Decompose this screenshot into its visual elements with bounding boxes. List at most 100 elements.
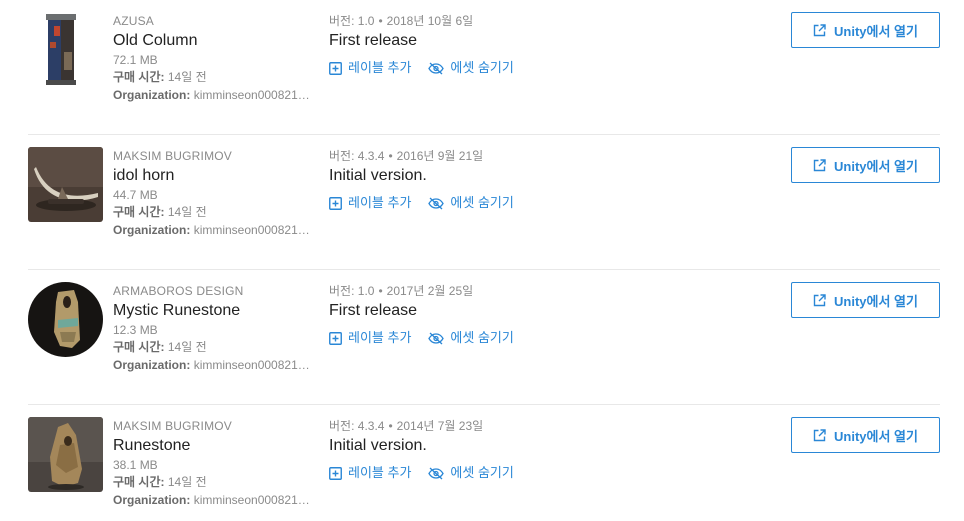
asset-thumbnail[interactable]: [28, 12, 103, 87]
release-notes: First release: [329, 302, 418, 319]
open-in-unity-button[interactable]: Unity에서 열기: [791, 282, 940, 318]
version-label: 버전:: [329, 419, 355, 433]
asset-row: MAKSIM BUGRIMOV idol horn 44.7 MB 구매 시간:…: [28, 135, 940, 270]
hide-asset-button[interactable]: 에셋 숨기기: [428, 330, 514, 346]
version-label: 버전:: [329, 149, 355, 163]
add-label-button[interactable]: 레이블 추가: [329, 465, 411, 481]
hide-asset-text: 에셋 숨기기: [450, 330, 514, 345]
asset-title[interactable]: Old Column: [113, 31, 323, 51]
add-label-button[interactable]: 레이블 추가: [329, 330, 411, 346]
horn-thumbnail-icon: [28, 147, 103, 222]
purchased-label: 구매 시간:: [113, 340, 165, 354]
org-value: kimminseon000821…: [193, 493, 310, 507]
hide-asset-text: 에셋 숨기기: [450, 60, 514, 75]
asset-list: AZUSA Old Column 72.1 MB 구매 시간: 14일 전 Or…: [0, 0, 964, 521]
org-label: Organization:: [113, 88, 191, 102]
version-info: 버전: 4.3.4 • 2016년 9월 21일: [329, 148, 689, 164]
separator-dot: •: [388, 149, 393, 163]
version-label: 버전:: [329, 14, 355, 28]
publisher-name[interactable]: MAKSIM BUGRIMOV: [113, 148, 323, 164]
add-label-text: 레이블 추가: [348, 60, 412, 75]
organization: Organization: kimminseon000821…: [113, 492, 323, 509]
asset-row: ARMABOROS DESIGN Mystic Runestone 12.3 M…: [28, 270, 940, 405]
release-notes: Initial version.: [329, 437, 427, 454]
asset-thumbnail[interactable]: [28, 147, 103, 222]
open-in-unity-label: Unity에서 열기: [834, 293, 918, 309]
asset-thumbnail[interactable]: [28, 417, 103, 492]
open-in-unity-label: Unity에서 열기: [834, 23, 918, 39]
separator-dot: •: [388, 419, 393, 433]
open-in-unity-button[interactable]: Unity에서 열기: [791, 12, 940, 48]
version-value: 4.3.4: [357, 149, 385, 163]
purchase-time: 구매 시간: 14일 전: [113, 69, 323, 86]
eye-slash-icon: [428, 467, 445, 479]
purchased-value: 14일 전: [167, 340, 207, 354]
organization: Organization: kimminseon000821…: [113, 357, 323, 374]
hide-asset-text: 에셋 숨기기: [450, 465, 514, 480]
publisher-name[interactable]: ARMABOROS DESIGN: [113, 283, 323, 299]
version-info: 버전: 4.3.4 • 2014년 7월 23일: [329, 418, 689, 434]
version-value: 1.0: [357, 284, 375, 298]
org-value: kimminseon000821…: [193, 223, 310, 237]
purchase-time: 구매 시간: 14일 전: [113, 474, 323, 491]
purchase-time: 구매 시간: 14일 전: [113, 339, 323, 356]
hide-asset-button[interactable]: 에셋 숨기기: [428, 195, 514, 211]
asset-size: 72.1 MB: [113, 53, 158, 67]
org-label: Organization:: [113, 223, 191, 237]
org-label: Organization:: [113, 493, 191, 507]
asset-title[interactable]: idol horn: [113, 166, 323, 186]
open-in-unity-label: Unity에서 열기: [834, 428, 918, 444]
plus-square-icon: [329, 196, 342, 210]
open-in-unity-button[interactable]: Unity에서 열기: [791, 147, 940, 183]
purchased-value: 14일 전: [167, 475, 207, 489]
separator-dot: •: [378, 14, 383, 28]
external-link-icon: [813, 158, 826, 171]
add-label-button[interactable]: 레이블 추가: [329, 60, 411, 76]
org-label: Organization:: [113, 358, 191, 372]
purchased-label: 구매 시간:: [113, 475, 165, 489]
organization: Organization: kimminseon000821…: [113, 222, 323, 239]
org-value: kimminseon000821…: [193, 88, 310, 102]
mystic-runestone-thumbnail-icon: [28, 282, 103, 357]
external-link-icon: [813, 23, 826, 36]
purchased-value: 14일 전: [167, 205, 207, 219]
publisher-name[interactable]: MAKSIM BUGRIMOV: [113, 418, 323, 434]
separator-dot: •: [378, 284, 383, 298]
purchased-label: 구매 시간:: [113, 205, 165, 219]
open-in-unity-button[interactable]: Unity에서 열기: [791, 417, 940, 453]
asset-row: MAKSIM BUGRIMOV Runestone 38.1 MB 구매 시간:…: [28, 405, 940, 521]
asset-title[interactable]: Runestone: [113, 436, 323, 456]
version-value: 1.0: [357, 14, 375, 28]
add-label-text: 레이블 추가: [348, 465, 412, 480]
eye-slash-icon: [428, 332, 445, 344]
eye-slash-icon: [428, 62, 445, 74]
plus-square-icon: [329, 466, 342, 480]
hide-asset-button[interactable]: 에셋 숨기기: [428, 465, 514, 481]
add-label-button[interactable]: 레이블 추가: [329, 195, 411, 211]
publisher-name[interactable]: AZUSA: [113, 13, 323, 29]
version-label: 버전:: [329, 284, 355, 298]
asset-size: 38.1 MB: [113, 458, 158, 472]
runestone-thumbnail-icon: [28, 417, 103, 492]
asset-size: 44.7 MB: [113, 188, 158, 202]
purchase-time: 구매 시간: 14일 전: [113, 204, 323, 221]
release-date: 2018년 10월 6일: [386, 14, 474, 28]
organization: Organization: kimminseon000821…: [113, 87, 323, 104]
version-info: 버전: 1.0 • 2017년 2월 25일: [329, 283, 689, 299]
release-date: 2017년 2월 25일: [386, 284, 474, 298]
release-notes: First release: [329, 32, 418, 49]
eye-slash-icon: [428, 197, 445, 209]
external-link-icon: [813, 293, 826, 306]
open-in-unity-label: Unity에서 열기: [834, 158, 918, 174]
asset-thumbnail[interactable]: [28, 282, 103, 357]
purchased-value: 14일 전: [167, 70, 207, 84]
asset-title[interactable]: Mystic Runestone: [113, 301, 323, 321]
hide-asset-button[interactable]: 에셋 숨기기: [428, 60, 514, 76]
release-date: 2016년 9월 21일: [396, 149, 484, 163]
add-label-text: 레이블 추가: [348, 330, 412, 345]
asset-size: 12.3 MB: [113, 323, 158, 337]
plus-square-icon: [329, 331, 342, 345]
version-value: 4.3.4: [357, 419, 385, 433]
version-info: 버전: 1.0 • 2018년 10월 6일: [329, 13, 689, 29]
release-date: 2014년 7월 23일: [396, 419, 484, 433]
